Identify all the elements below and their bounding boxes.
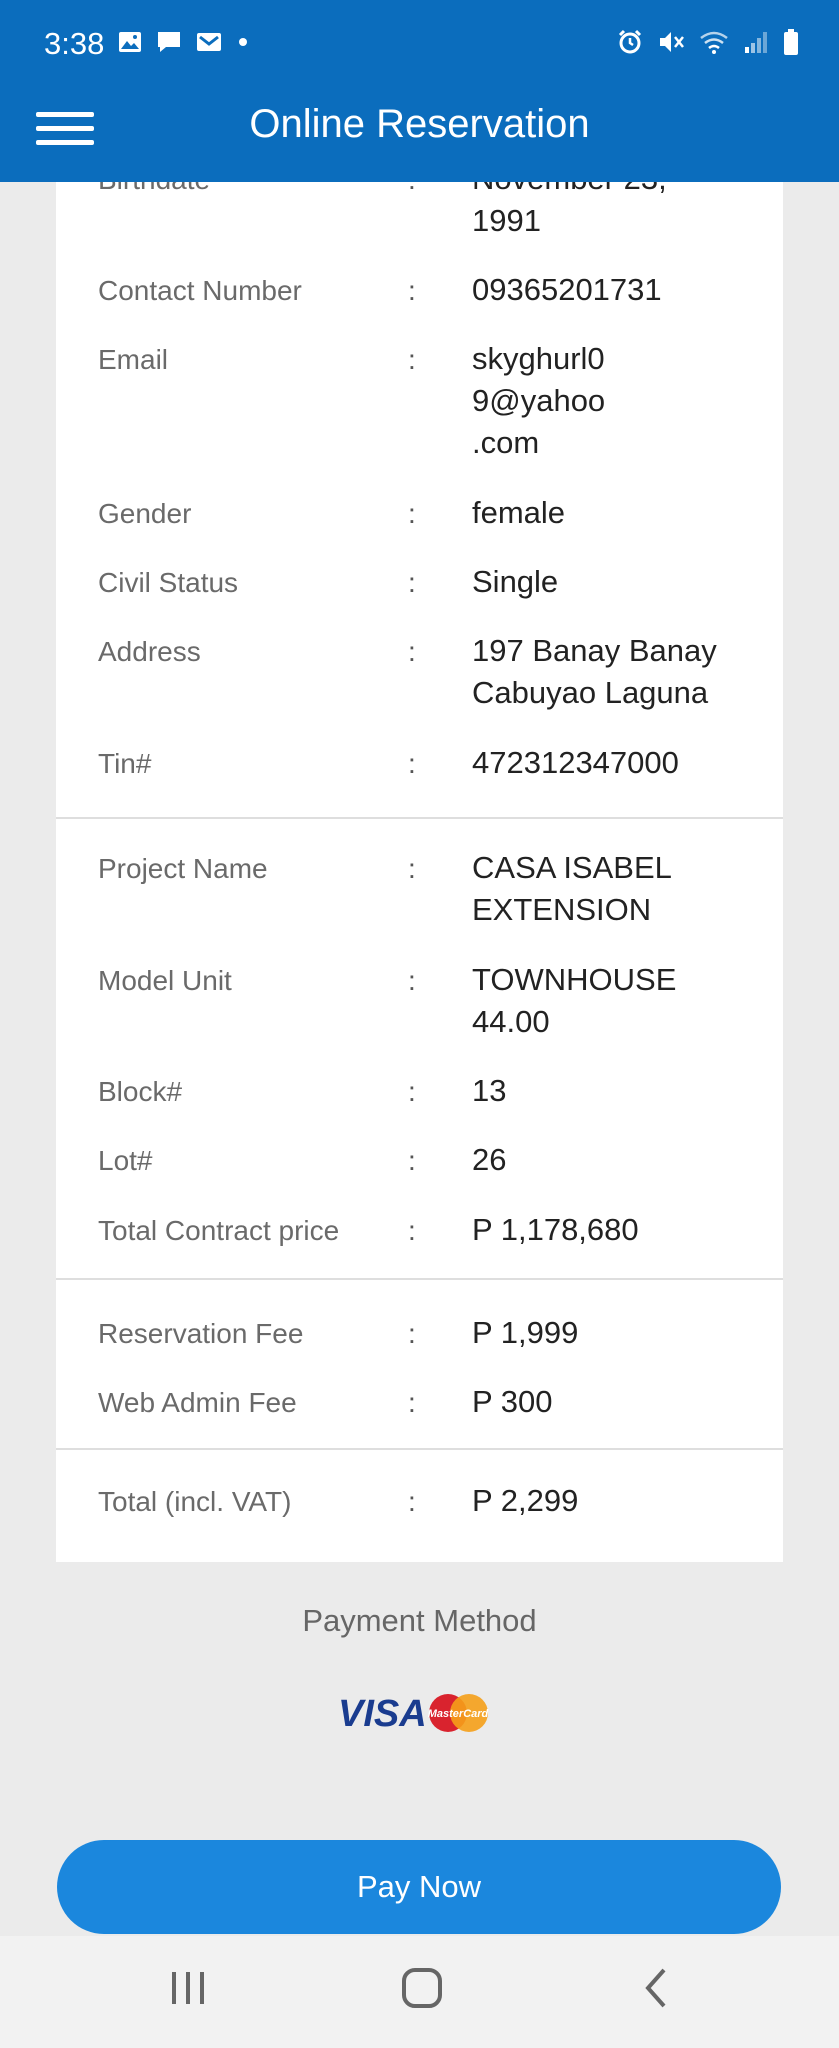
pay-now-button[interactable]: Pay Now (57, 1840, 781, 1934)
mail-icon (197, 33, 221, 51)
total-value: P 2,299 (472, 1483, 579, 1518)
top-bar: 3:38 Online Reservation (0, 0, 839, 182)
reservation-fee-value: P 1,999 (472, 1315, 579, 1350)
lot-label: Lot# (98, 1145, 153, 1176)
back-icon[interactable] (642, 1966, 672, 2010)
alarm-icon (618, 29, 642, 54)
total-section: Total (incl. VAT) : P 2,299 (56, 1450, 783, 1562)
project-name-label: Project Name (98, 853, 268, 884)
email-value: skyghurl0 9@yahoo .com (472, 341, 606, 460)
model-unit-label: Model Unit (98, 965, 232, 996)
separator: : (408, 853, 416, 884)
payment-method-label: Payment Method (302, 1603, 537, 1638)
tin-label: Tin# (98, 748, 152, 779)
page-title: Online Reservation (249, 102, 590, 146)
app-bar: Online Reservation (0, 90, 839, 182)
fees-section: Reservation Fee : P 1,999 Web Admin Fee … (56, 1280, 783, 1450)
web-admin-fee-label: Web Admin Fee (98, 1387, 297, 1418)
gender-label: Gender (98, 498, 192, 529)
tin-value: 472312347000 (472, 745, 679, 780)
visa-mastercard-logo: VISA MasterCard (338, 1693, 489, 1735)
contact-number-value: 09365201731 (472, 272, 662, 307)
separator: : (408, 498, 416, 529)
total-contract-price-label: Total Contract price (98, 1215, 340, 1246)
signal-icon (745, 32, 767, 53)
web-admin-fee-value: P 300 (472, 1384, 553, 1419)
separator: : (408, 1486, 416, 1517)
mastercard-logo: MasterCard (428, 1708, 489, 1720)
reservation-details-card: Birthdate : November 23, 1991 Contact Nu… (56, 150, 783, 1562)
notification-icons (118, 30, 250, 54)
visa-logo: VISA (338, 1693, 427, 1735)
home-icon[interactable] (400, 1966, 444, 2010)
separator: : (408, 275, 416, 306)
dot-icon (239, 38, 247, 46)
message-icon (158, 32, 180, 52)
system-status-icons (617, 28, 799, 56)
separator: : (408, 1145, 416, 1176)
reservation-fee-label: Reservation Fee (98, 1318, 304, 1349)
card-logos[interactable]: VISA MasterCard (338, 1688, 498, 1743)
wifi-icon (700, 31, 728, 54)
separator: : (408, 1215, 416, 1246)
separator: : (408, 567, 416, 598)
status-bar: 3:38 (0, 0, 839, 90)
separator: : (408, 748, 416, 779)
gender-value: female (472, 495, 566, 530)
project-name-value: CASA ISABEL EXTENSION (472, 850, 672, 927)
block-value: 13 (472, 1073, 507, 1108)
total-label: Total (incl. VAT) (98, 1486, 292, 1517)
block-label: Block# (98, 1076, 183, 1107)
separator: : (408, 965, 416, 996)
separator: : (408, 1318, 416, 1349)
civil-status-label: Civil Status (98, 567, 239, 598)
total-contract-price-value: P 1,178,680 (472, 1212, 639, 1247)
battery-icon (784, 29, 798, 55)
model-unit-value: TOWNHOUSE 44.00 (472, 962, 677, 1039)
system-nav-bar (0, 1936, 839, 2048)
email-label: Email (98, 344, 169, 375)
lot-value: 26 (472, 1142, 507, 1177)
separator: : (408, 344, 416, 375)
property-info-section: Project Name : CASA ISABEL EXTENSION Mod… (56, 819, 783, 1280)
address-value: 197 Banay Banay Cabuyao Laguna (472, 633, 717, 710)
separator: : (408, 1076, 416, 1107)
image-icon (119, 32, 141, 52)
separator: : (408, 1387, 416, 1418)
personal-info-section: Birthdate : November 23, 1991 Contact Nu… (56, 150, 783, 819)
civil-status-value: Single (472, 564, 559, 599)
separator: : (408, 636, 416, 667)
status-time: 3:38 (44, 26, 105, 61)
contact-number-label: Contact Number (98, 275, 302, 306)
address-label: Address (98, 636, 201, 667)
mute-icon (660, 32, 684, 52)
recents-icon[interactable] (168, 1966, 208, 2010)
